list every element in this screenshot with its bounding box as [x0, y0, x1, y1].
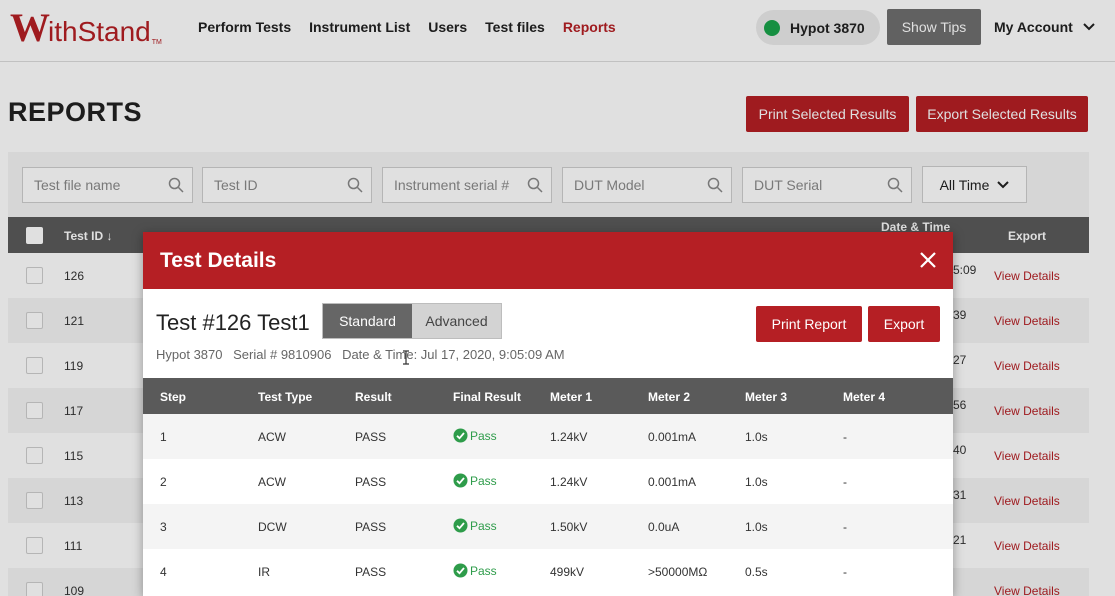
col-meter-2: Meter 2	[648, 390, 691, 404]
table-row: 2 ACW PASS Pass 1.24kV 0.001mA 1.0s -	[143, 459, 953, 504]
meter-1-value: 1.24kV	[550, 475, 588, 489]
table-row: 1 ACW PASS Pass 1.24kV 0.001mA 1.0s -	[143, 414, 953, 459]
final-result: Pass	[453, 473, 497, 488]
meter-1-value: 1.24kV	[550, 430, 588, 444]
step-result: PASS	[355, 520, 387, 534]
meter-2-value: >50000MΩ	[648, 565, 708, 579]
col-test-type: Test Type	[258, 390, 313, 404]
advanced-tab[interactable]: Advanced	[412, 304, 501, 338]
meter-3-value: 1.0s	[745, 430, 768, 444]
meta-serial: Serial # 9810906	[233, 347, 332, 362]
step-result: PASS	[355, 430, 387, 444]
final-result: Pass	[453, 428, 497, 443]
final-result-label: Pass	[470, 473, 497, 488]
view-mode-toggle: Standard Advanced	[322, 303, 502, 339]
pass-check-icon	[453, 563, 468, 578]
meter-2-value: 0.0uA	[648, 520, 680, 534]
pass-check-icon	[453, 473, 468, 488]
table-row: 4 IR PASS Pass 499kV >50000MΩ 0.5s -	[143, 549, 953, 594]
col-final-result: Final Result	[453, 390, 522, 404]
final-result: Pass	[453, 563, 497, 578]
step-number: 1	[160, 430, 167, 444]
print-report-button[interactable]: Print Report	[756, 306, 862, 342]
meter-4-value: -	[843, 475, 847, 489]
col-meter-1: Meter 1	[550, 390, 593, 404]
test-type: IR	[258, 565, 270, 579]
final-result-label: Pass	[470, 428, 497, 443]
meter-3-value: 0.5s	[745, 565, 768, 579]
pass-check-icon	[453, 428, 468, 443]
meter-1-value: 1.50kV	[550, 520, 588, 534]
step-result: PASS	[355, 475, 387, 489]
col-step: Step	[160, 390, 187, 404]
step-number: 4	[160, 565, 167, 579]
meter-4-value: -	[843, 565, 847, 579]
col-meter-3: Meter 3	[745, 390, 788, 404]
export-button[interactable]: Export	[868, 306, 940, 342]
meter-2-value: 0.001mA	[648, 475, 697, 489]
test-type: ACW	[258, 475, 286, 489]
col-result: Result	[355, 390, 392, 404]
meter-2-value: 0.001mA	[648, 430, 697, 444]
test-type: ACW	[258, 430, 286, 444]
pass-check-icon	[453, 518, 468, 533]
modal-header: Test Details	[143, 232, 953, 289]
meter-4-value: -	[843, 430, 847, 444]
meta-instrument: Hypot 3870	[156, 347, 223, 362]
details-table-header: Step Test Type Result Final Result Meter…	[143, 378, 953, 414]
meter-3-value: 1.0s	[745, 475, 768, 489]
step-number: 3	[160, 520, 167, 534]
final-result: Pass	[453, 518, 497, 533]
step-result: PASS	[355, 565, 387, 579]
meta-datetime: Date & Time: Jul 17, 2020, 9:05:09 AM	[342, 347, 565, 362]
close-icon[interactable]	[919, 251, 937, 269]
meter-1-value: 499kV	[550, 565, 585, 579]
col-meter-4: Meter 4	[843, 390, 886, 404]
table-row: 3 DCW PASS Pass 1.50kV 0.0uA 1.0s -	[143, 504, 953, 549]
final-result-label: Pass	[470, 518, 497, 533]
step-number: 2	[160, 475, 167, 489]
standard-tab[interactable]: Standard	[323, 304, 412, 338]
meter-4-value: -	[843, 520, 847, 534]
text-cursor-icon	[403, 350, 409, 365]
meter-3-value: 1.0s	[745, 520, 768, 534]
final-result-label: Pass	[470, 563, 497, 578]
test-meta: Hypot 3870 Serial # 9810906 Date & Time:…	[156, 347, 572, 362]
test-type: DCW	[258, 520, 287, 534]
test-name-heading: Test #126 Test1	[156, 310, 310, 335]
test-details-modal: Test Details Test #126 Test1 Standard Ad…	[143, 232, 953, 596]
modal-title: Test Details	[160, 249, 277, 272]
